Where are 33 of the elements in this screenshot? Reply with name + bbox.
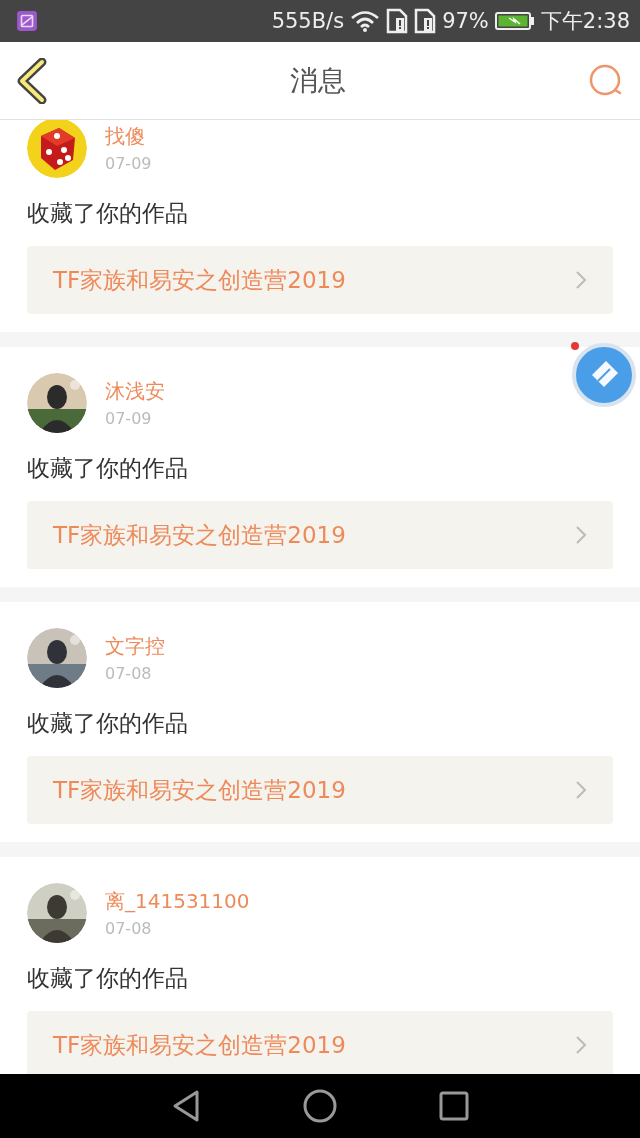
message-text: 收藏了你的作品 [27,199,189,228]
work-link[interactable]: TF家族和易安之创造营2019 [27,246,613,314]
message-date: 07-08 [105,664,153,683]
battery-percent: 97% [442,9,489,33]
dice-avatar[interactable] [27,120,87,178]
chevron-icon [575,270,587,290]
work-link[interactable]: TF家族和易安之创造营2019 [27,1011,613,1074]
user-name[interactable]: 沐浅安 [105,378,165,405]
page-title: 消息 [290,62,346,99]
chevron-icon [575,525,587,545]
recents-nav-icon[interactable] [439,1091,469,1121]
chevron-icon [575,1035,587,1055]
sim-card-icon [414,8,437,34]
message-text: 收藏了你的作品 [27,964,189,993]
work-link[interactable]: TF家族和易安之创造营2019 [27,756,613,824]
message-date: 07-09 [105,154,152,173]
gallery-icon [16,10,38,32]
chevron-icon [575,780,587,800]
message-text: 收藏了你的作品 [27,709,189,738]
message-date: 07-09 [105,409,153,428]
network-speed: 555B/s [271,9,345,33]
message-date: 07-08 [105,919,153,938]
message-text: 收藏了你的作品 [27,454,189,483]
clock: 下午2:38 [540,8,630,35]
user-name[interactable]: 离_141531100 [105,888,250,915]
user-name[interactable]: 找傻 [105,123,152,150]
battery-icon [494,11,535,31]
wifi-icon [350,10,381,32]
home-nav-icon[interactable] [303,1089,337,1123]
sim-card-icon [386,8,409,34]
user-name[interactable]: 文字控 [105,633,165,660]
back-nav-icon[interactable] [171,1089,201,1123]
work-link[interactable]: TF家族和易安之创造营2019 [27,501,613,569]
